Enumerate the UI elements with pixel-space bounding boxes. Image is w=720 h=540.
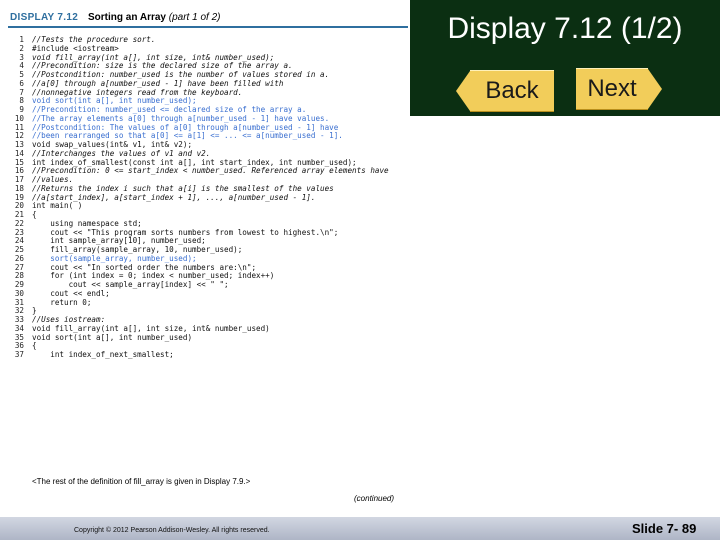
display-title-text: Sorting an Array [88,12,166,23]
next-button-label: Next [587,75,637,102]
continued-label: (continued) [354,494,395,503]
code-text: //Precondition: 0 <= start_index < numbe… [32,166,389,176]
back-button-label: Back [485,77,539,104]
code-text: int index_of_next_smallest; [32,350,174,359]
line-number: 37 [14,350,24,359]
code-line: 35 void sort(int a[], int number_used) [4,332,404,343]
display-part: (part 1 of 2) [168,12,221,23]
code-line: 20 int main( ) [4,201,404,211]
slide-number: Slide 7- 89 [632,521,697,536]
display-label: DISPLAY 7.12 [10,12,79,23]
display-header-rule [8,26,408,28]
display-title: Sorting an Array (part 1 of 2) [88,12,220,23]
code-listing: 1//Tests the procedure sort. 2 #include <i… [4,35,404,360]
code-text: void sort(int a[], int number_used) [32,332,193,342]
next-button[interactable]: Next [576,68,662,110]
code-line: 31 return 0; [4,297,404,308]
code-text: return 0; [32,297,92,307]
copyright-text: Copyright © 2012 Pearson Addison-Wesley.… [74,527,270,534]
back-button[interactable]: Back [456,70,554,112]
code-line: 37 int index_of_next_smallest; [4,350,404,360]
slide-title: Display 7.12 (1/2) [447,12,683,45]
code-text: int main( ) [32,201,83,211]
footer-bar: Copyright © 2012 Pearson Addison-Wesley.… [0,517,720,540]
prose-note: <The rest of the definition of fill_arra… [32,477,251,486]
